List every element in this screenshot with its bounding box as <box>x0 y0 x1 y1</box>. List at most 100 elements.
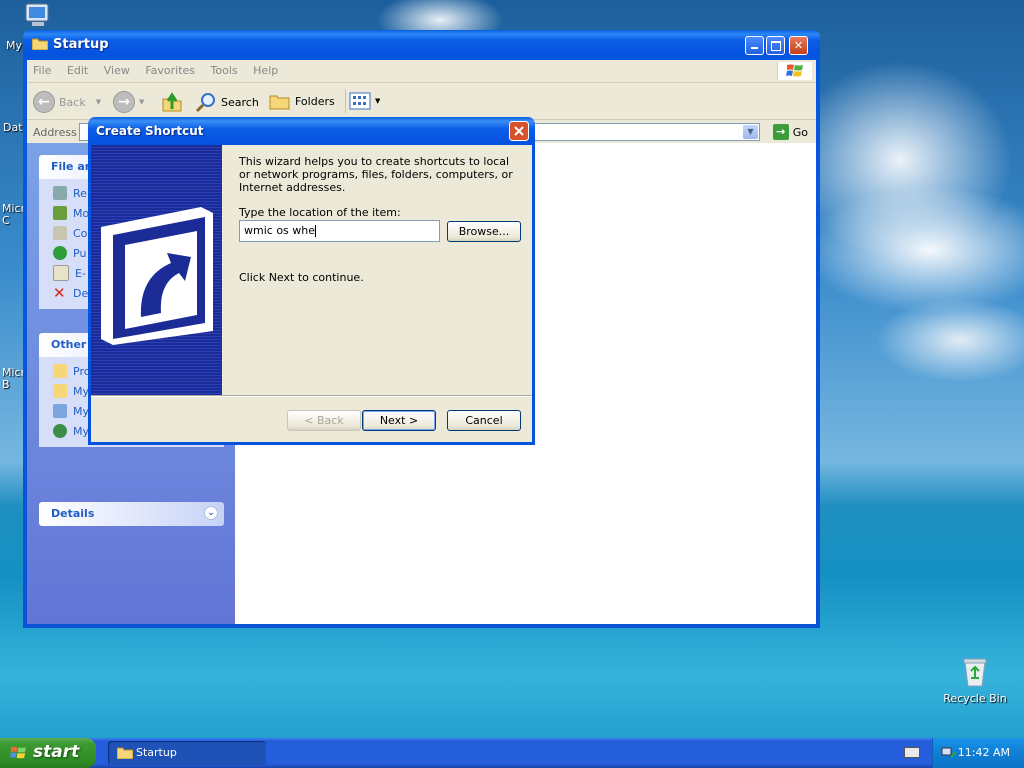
chevron-down-icon: ▼ <box>139 98 145 106</box>
wizard-intro-text: This wizard helps you to create shortcut… <box>239 155 513 194</box>
menu-tools[interactable]: Tools <box>205 60 244 77</box>
location-input[interactable]: wmic os whe <box>239 220 440 242</box>
start-label: start <box>33 742 80 762</box>
desktop-icon-label: Micr B <box>2 366 26 391</box>
location-input-value: wmic os whe <box>244 224 316 237</box>
forward-arrow-icon: → <box>113 91 135 113</box>
search-button[interactable]: Search <box>195 91 259 113</box>
views-button[interactable]: ▼ <box>349 91 380 111</box>
close-icon <box>509 121 529 141</box>
details-header[interactable]: Details ⌄ <box>39 502 224 526</box>
dialog-body: This wizard helps you to create shortcut… <box>91 145 532 442</box>
wizard-banner <box>91 145 222 395</box>
menu-view[interactable]: View <box>98 60 136 77</box>
place-label: My <box>73 384 90 398</box>
delete-icon: ✕ <box>53 284 66 302</box>
address-dropdown-button[interactable]: ▼ <box>743 125 758 139</box>
maximize-icon <box>770 41 781 51</box>
standard-toolbar: ← Back ▼ → ▼ Search Folders ▼ <box>27 83 816 120</box>
forward-button[interactable]: → ▼ <box>113 91 144 113</box>
folder-icon <box>117 747 133 759</box>
minimize-button[interactable] <box>745 36 764 55</box>
back-arrow-icon: ← <box>33 91 55 113</box>
menu-file[interactable]: File <box>27 60 57 77</box>
task-label: De <box>73 286 89 300</box>
go-arrow-icon: → <box>772 124 789 140</box>
explorer-titlebar[interactable]: Startup ✕ <box>27 30 816 60</box>
task-label: Mo <box>73 206 90 220</box>
my-documents-icon <box>53 384 67 398</box>
menu-edit[interactable]: Edit <box>61 60 94 77</box>
expand-chevron-icon[interactable]: ⌄ <box>204 506 218 520</box>
back-label: Back <box>59 95 86 109</box>
taskbar-window-label: Startup <box>136 746 177 759</box>
desktop-icon-label: Micr C <box>2 202 26 227</box>
folder-up-icon <box>162 92 182 112</box>
system-tray: 11:42 AM <box>932 738 1024 768</box>
menu-help[interactable]: Help <box>247 60 284 77</box>
address-label: Address <box>33 126 77 139</box>
folders-button[interactable]: Folders <box>269 91 335 111</box>
windows-flag-icon <box>10 746 27 759</box>
dialog-titlebar[interactable]: Create Shortcut <box>91 117 532 145</box>
taskbar: start Startup 11:42 AM <box>0 738 1024 768</box>
clock[interactable]: 11:42 AM <box>958 746 1010 759</box>
computer-icon <box>25 3 49 26</box>
task-label: Co <box>73 226 88 240</box>
email-icon <box>53 265 69 281</box>
windows-flag-icon <box>786 64 803 77</box>
network-icon[interactable] <box>941 745 957 761</box>
toolbar-separator <box>345 89 346 113</box>
back-button[interactable]: ← Back ▼ <box>33 91 101 113</box>
back-button[interactable]: < Back <box>287 410 361 431</box>
views-icon <box>349 92 371 110</box>
close-button[interactable]: ✕ <box>789 36 808 55</box>
keyboard-icon[interactable] <box>904 747 920 758</box>
text-caret <box>315 225 317 237</box>
menu-bar: File Edit View Favorites Tools Help <box>27 60 816 83</box>
windows-logo <box>777 62 812 80</box>
folders-icon <box>269 95 290 110</box>
next-button[interactable]: Next > <box>362 410 436 431</box>
task-label: Re <box>73 186 87 200</box>
menu-favorites[interactable]: Favorites <box>139 60 201 77</box>
taskbar-window-startup[interactable]: Startup <box>108 741 266 765</box>
location-label: Type the location of the item: <box>239 206 401 219</box>
rename-icon <box>53 186 67 200</box>
programs-folder-icon <box>53 364 67 378</box>
up-button[interactable] <box>161 91 183 113</box>
publish-icon <box>53 246 67 260</box>
continue-hint: Click Next to continue. <box>239 271 364 284</box>
my-computer-icon <box>53 404 67 418</box>
chevron-down-icon: ▼ <box>95 98 102 106</box>
chevron-down-icon: ▼ <box>747 127 754 136</box>
folder-icon <box>32 38 48 50</box>
desktop-icon-label: My <box>6 39 23 52</box>
desktop-icon-my-computer[interactable] <box>22 2 56 32</box>
cancel-button[interactable]: Cancel <box>447 410 521 431</box>
window-title: Startup <box>53 37 109 52</box>
dialog-separator <box>91 395 532 397</box>
details-title: Details <box>51 507 95 520</box>
maximize-button[interactable] <box>766 36 785 55</box>
minimize-icon <box>751 47 758 49</box>
search-icon <box>195 93 215 113</box>
dialog-title: Create Shortcut <box>96 124 204 138</box>
move-icon <box>53 206 67 220</box>
start-button[interactable]: start <box>0 738 96 768</box>
recycle-bin[interactable]: Recycle Bin <box>940 656 1010 706</box>
go-label: Go <box>792 125 808 139</box>
details-panel: Details ⌄ <box>39 502 224 526</box>
browse-button[interactable]: Browse... <box>447 221 521 242</box>
place-label: My <box>73 404 90 418</box>
recycle-bin-label: Recycle Bin <box>943 692 1007 705</box>
go-button[interactable]: → Go <box>772 124 808 140</box>
task-label: E- <box>75 266 86 280</box>
copy-icon <box>53 226 67 240</box>
my-network-icon <box>53 424 67 438</box>
dialog-close-button[interactable] <box>509 121 529 141</box>
place-label: My <box>73 424 90 438</box>
recycle-bin-icon <box>963 658 987 687</box>
folders-label: Folders <box>295 94 335 108</box>
desktop-icon-label: Dat <box>3 121 23 134</box>
